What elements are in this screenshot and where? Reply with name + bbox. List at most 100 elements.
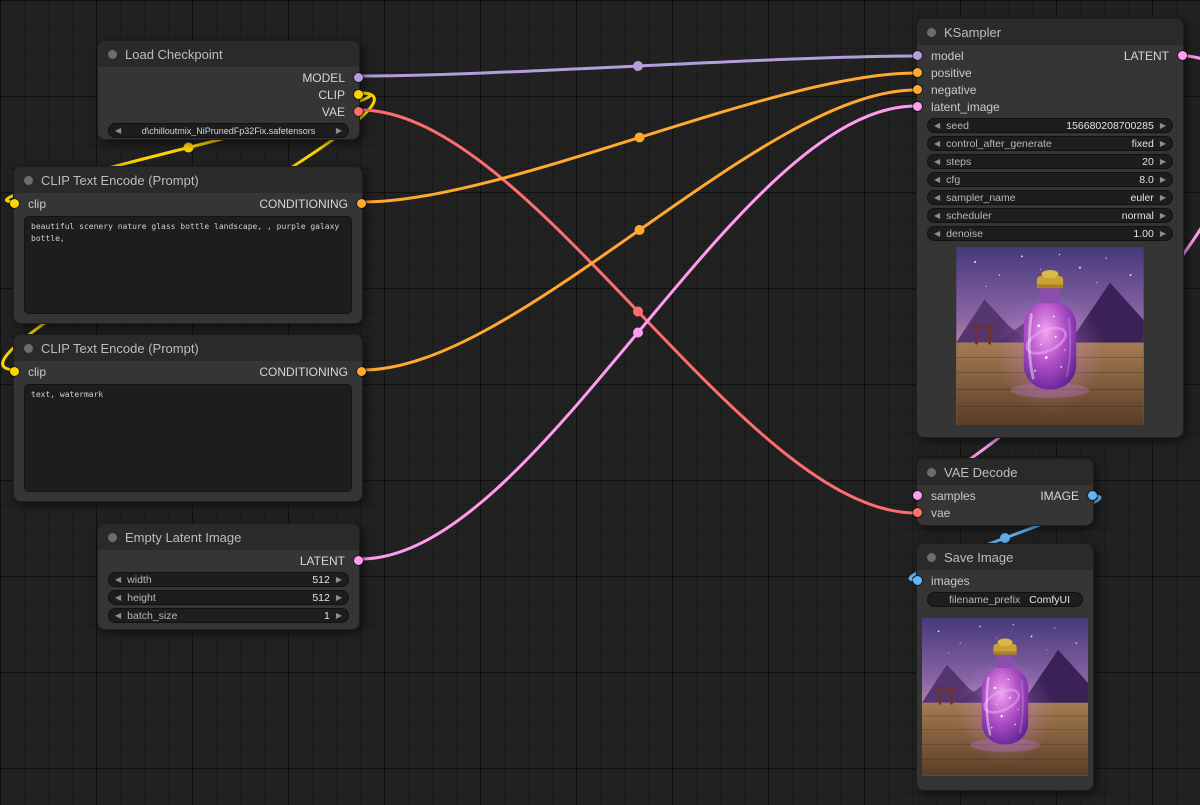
- node-title: Save Image: [944, 550, 1013, 565]
- widget-label: seed: [946, 120, 1066, 132]
- slot-row: samples IMAGE: [917, 487, 1093, 504]
- steps-widget[interactable]: ◀ steps 20 ▶: [927, 154, 1173, 169]
- widget-label: scheduler: [946, 210, 1122, 222]
- node-clip-text-encode-positive[interactable]: CLIP Text Encode (Prompt) clip CONDITION…: [13, 166, 363, 324]
- collapse-dot-icon[interactable]: [24, 344, 33, 353]
- widget-value: 156680208700285: [1066, 120, 1154, 132]
- node-title: Load Checkpoint: [125, 47, 223, 62]
- latent-output-port[interactable]: [354, 556, 363, 565]
- widget-label: height: [127, 592, 312, 604]
- decrement-icon[interactable]: ◀: [115, 612, 121, 620]
- increment-icon[interactable]: ▶: [1160, 122, 1166, 130]
- node-graph-canvas[interactable]: Load Checkpoint MODEL CLIP VAE ◀ d\chill…: [0, 0, 1200, 805]
- link-midpoint-clip-to-positive: [184, 143, 194, 153]
- scheduler-widget[interactable]: ◀ scheduler normal ▶: [927, 208, 1173, 223]
- cfg-widget[interactable]: ◀ cfg 8.0 ▶: [927, 172, 1173, 187]
- empty-latent-title-bar[interactable]: Empty Latent Image: [98, 524, 359, 550]
- next-option-icon[interactable]: ▶: [336, 127, 342, 135]
- positive-prompt-textarea[interactable]: beautiful scenery nature glass bottle la…: [24, 216, 352, 314]
- widget-label: width: [127, 574, 312, 586]
- increment-icon[interactable]: ▶: [336, 576, 342, 584]
- collapse-dot-icon[interactable]: [108, 50, 117, 59]
- increment-icon[interactable]: ▶: [336, 594, 342, 602]
- denoise-widget[interactable]: ◀ denoise 1.00 ▶: [927, 226, 1173, 241]
- conditioning-output-label: CONDITIONING: [259, 197, 348, 211]
- next-option-icon[interactable]: ▶: [1160, 212, 1166, 220]
- latent-output-port[interactable]: [1178, 51, 1187, 60]
- node-title: KSampler: [944, 25, 1001, 40]
- ksampler-title-bar[interactable]: KSampler: [917, 19, 1183, 45]
- decrement-icon[interactable]: ◀: [934, 122, 940, 130]
- increment-icon[interactable]: ▶: [1160, 158, 1166, 166]
- decrement-icon[interactable]: ◀: [934, 158, 940, 166]
- prev-option-icon[interactable]: ◀: [934, 140, 940, 148]
- samples-input-port[interactable]: [913, 491, 922, 500]
- node-ksampler[interactable]: KSampler model LATENT positive negative …: [916, 18, 1184, 438]
- widget-value: fixed: [1132, 138, 1154, 150]
- seed-widget[interactable]: ◀ seed 156680208700285 ▶: [927, 118, 1173, 133]
- negative-prompt-title-bar[interactable]: CLIP Text Encode (Prompt): [14, 335, 362, 361]
- negative-input-port[interactable]: [913, 85, 922, 94]
- filename-prefix-widget[interactable]: filename_prefix ComfyUI: [927, 592, 1083, 607]
- collapse-dot-icon[interactable]: [927, 553, 936, 562]
- prev-option-icon[interactable]: ◀: [934, 194, 940, 202]
- positive-input-port[interactable]: [913, 68, 922, 77]
- sampler-name-widget[interactable]: ◀ sampler_name euler ▶: [927, 190, 1173, 205]
- next-option-icon[interactable]: ▶: [1160, 140, 1166, 148]
- save-image-title-bar[interactable]: Save Image: [917, 544, 1093, 570]
- negative-input-label: negative: [931, 83, 976, 97]
- widget-value: normal: [1122, 210, 1154, 222]
- collapse-dot-icon[interactable]: [108, 533, 117, 542]
- load-checkpoint-title-bar[interactable]: Load Checkpoint: [98, 41, 359, 67]
- batch-size-widget[interactable]: ◀ batch_size 1 ▶: [108, 608, 349, 623]
- increment-icon[interactable]: ▶: [1160, 230, 1166, 238]
- conditioning-output-port[interactable]: [357, 367, 366, 376]
- widget-value: euler: [1130, 192, 1153, 204]
- positive-prompt-title-bar[interactable]: CLIP Text Encode (Prompt): [14, 167, 362, 193]
- clip-input-port[interactable]: [10, 367, 19, 376]
- node-empty-latent-image[interactable]: Empty Latent Image LATENT ◀ width 512 ▶ …: [97, 523, 360, 630]
- prev-option-icon[interactable]: ◀: [934, 212, 940, 220]
- width-widget[interactable]: ◀ width 512 ▶: [108, 572, 349, 587]
- vae-output-port[interactable]: [354, 107, 363, 116]
- node-title: CLIP Text Encode (Prompt): [41, 341, 199, 356]
- decrement-icon[interactable]: ◀: [934, 230, 940, 238]
- model-input-port[interactable]: [913, 51, 922, 60]
- collapse-dot-icon[interactable]: [927, 468, 936, 477]
- latent-image-input-port[interactable]: [913, 102, 922, 111]
- widget-label: sampler_name: [946, 192, 1130, 204]
- vae-input-port[interactable]: [913, 508, 922, 517]
- node-load-checkpoint[interactable]: Load Checkpoint MODEL CLIP VAE ◀ d\chill…: [97, 40, 360, 140]
- vae-input-label: vae: [931, 506, 950, 520]
- images-input-port[interactable]: [913, 576, 922, 585]
- ckpt-name-value: d\chilloutmix_NiPrunedFp32Fix.safetensor…: [121, 126, 336, 136]
- image-output-port[interactable]: [1088, 491, 1097, 500]
- increment-icon[interactable]: ▶: [336, 612, 342, 620]
- collapse-dot-icon[interactable]: [927, 28, 936, 37]
- negative-prompt-textarea[interactable]: text, watermark: [24, 384, 352, 492]
- node-clip-text-encode-negative[interactable]: CLIP Text Encode (Prompt) clip CONDITION…: [13, 334, 363, 502]
- control-after-generate-widget[interactable]: ◀ control_after_generate fixed ▶: [927, 136, 1173, 151]
- link-midpoint-positive-conditioning: [635, 133, 645, 143]
- conditioning-output-port[interactable]: [357, 199, 366, 208]
- widget-value: ComfyUI: [1029, 594, 1070, 606]
- node-vae-decode[interactable]: VAE Decode samples IMAGE vae: [916, 458, 1094, 526]
- output-row-latent: LATENT: [98, 552, 359, 569]
- slot-row: clip CONDITIONING: [14, 195, 362, 212]
- ckpt-name-widget[interactable]: ◀ d\chilloutmix_NiPrunedFp32Fix.safetens…: [108, 123, 349, 138]
- vae-decode-title-bar[interactable]: VAE Decode: [917, 459, 1093, 485]
- collapse-dot-icon[interactable]: [24, 176, 33, 185]
- decrement-icon[interactable]: ◀: [115, 594, 121, 602]
- increment-icon[interactable]: ▶: [1160, 176, 1166, 184]
- clip-input-port[interactable]: [10, 199, 19, 208]
- height-widget[interactable]: ◀ height 512 ▶: [108, 590, 349, 605]
- node-save-image[interactable]: Save Image images filename_prefix ComfyU…: [916, 543, 1094, 791]
- clip-output-port[interactable]: [354, 90, 363, 99]
- decrement-icon[interactable]: ◀: [115, 576, 121, 584]
- decrement-icon[interactable]: ◀: [934, 176, 940, 184]
- next-option-icon[interactable]: ▶: [1160, 194, 1166, 202]
- output-row-clip: CLIP: [98, 86, 359, 103]
- clip-input-label: clip: [28, 365, 46, 379]
- model-output-port[interactable]: [354, 73, 363, 82]
- node-title: VAE Decode: [944, 465, 1017, 480]
